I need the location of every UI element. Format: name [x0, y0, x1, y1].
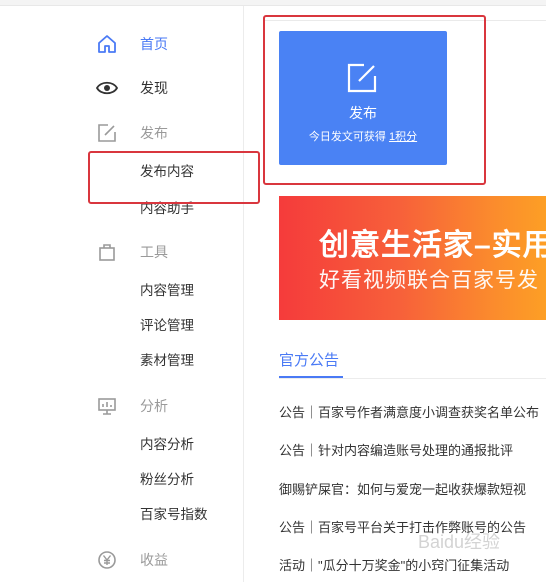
banner-title: 创意生活家–实用 [319, 229, 546, 262]
notice-item[interactable]: 御赐铲屎官：如何与爱宠一起收获爆款短视 [279, 480, 526, 500]
banner-subtitle: 好看视频联合百家号发 [319, 269, 539, 292]
notice-item[interactable]: 公告｜百家号作者满意度小调查获奖名单公布 [279, 403, 539, 423]
sidebar-item-analysis[interactable]: 分析 [96, 394, 168, 418]
highlight-box-publish-button [263, 15, 486, 185]
sidebar-item-label: 首页 [140, 36, 168, 52]
sidebar-item-discover[interactable]: 发现 [96, 76, 168, 100]
watermark: Baidu经验 [418, 532, 501, 552]
sidebar-item-material-manage[interactable]: 素材管理 [140, 350, 194, 372]
sidebar-item-fans-analysis[interactable]: 粉丝分析 [140, 469, 194, 491]
tab-official-notice[interactable]: 官方公告 [279, 349, 339, 370]
sidebar-item-label: 发现 [140, 80, 168, 96]
sidebar-item-label: 工具 [140, 244, 168, 260]
eye-icon [96, 77, 118, 99]
sidebar-item-label: 发布 [140, 125, 168, 141]
notice-item[interactable]: 活动｜"瓜分十万奖金"的小窍门征集活动 [279, 556, 509, 576]
bag-icon [96, 241, 118, 263]
chart-board-icon [96, 395, 118, 417]
sidebar-item-publish[interactable]: 发布 [96, 121, 168, 145]
sidebar-item-content-analysis[interactable]: 内容分析 [140, 434, 194, 456]
sidebar-item-home[interactable]: 首页 [96, 32, 168, 56]
notice-item[interactable]: 公告｜针对内容编造账号处理的通报批评 [279, 441, 513, 461]
edit-icon [96, 122, 118, 144]
tab-divider [279, 378, 546, 379]
promo-banner[interactable]: 创意生活家–实用 好看视频联合百家号发 [279, 196, 546, 320]
yen-icon [96, 549, 118, 571]
sidebar-item-label: 收益 [140, 552, 168, 568]
highlight-box-publish-content [88, 151, 260, 204]
sidebar-item-tools[interactable]: 工具 [96, 240, 168, 264]
sidebar: 首页 发现 发布 发布内容 内容助手 工具 内容管理 评论管理 素材管理 分析 … [0, 6, 244, 582]
sidebar-item-income[interactable]: 收益 [96, 548, 168, 572]
sidebar-item-bjh-index[interactable]: 百家号指数 [140, 504, 208, 526]
sidebar-item-label: 分析 [140, 398, 168, 414]
sidebar-item-content-manage[interactable]: 内容管理 [140, 280, 194, 302]
home-icon [96, 33, 118, 55]
sidebar-item-comment-manage[interactable]: 评论管理 [140, 315, 194, 337]
